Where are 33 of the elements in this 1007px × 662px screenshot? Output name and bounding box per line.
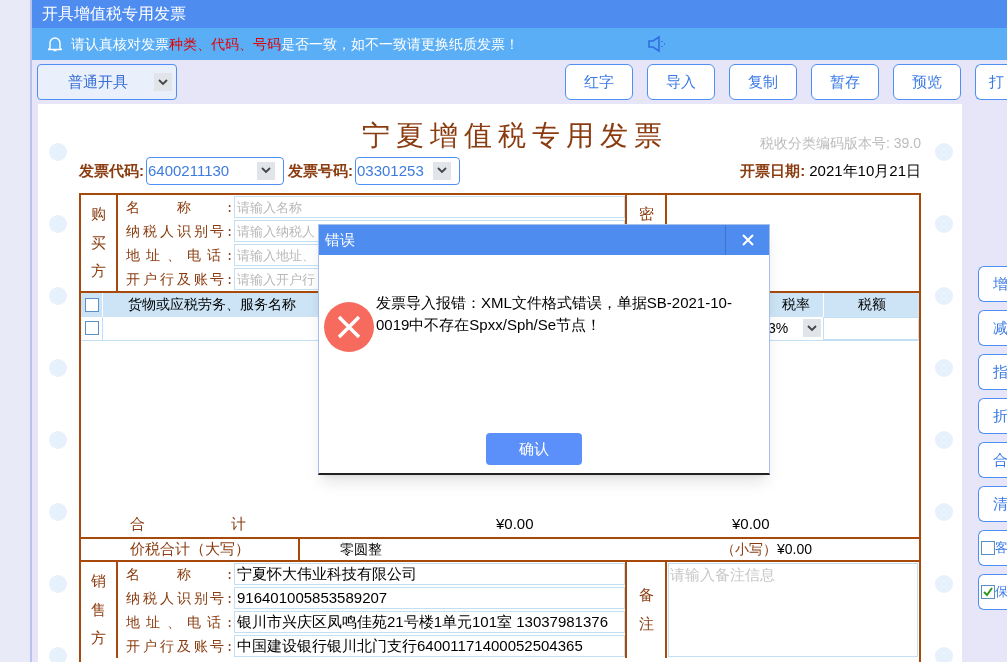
total-label: 合计 xyxy=(130,513,246,535)
grand-total-label: 价税合计（大写） xyxy=(81,538,300,560)
field-label: 发票号码: xyxy=(288,160,353,181)
section-heading: 备注 xyxy=(638,585,654,635)
column-header: 货物或应税劳务、服务名称 xyxy=(127,295,297,315)
window-title: 开具增值税专用发票 xyxy=(42,6,186,22)
field-label: （小写） xyxy=(720,539,777,559)
section-heading: 购买方 xyxy=(91,204,106,283)
column-header: 税额 xyxy=(823,292,919,317)
error-message: 发票导入报错：XML文件格式错误，单据SB-2021-10-0019中不存在Spxx/Sph/Se节点！ xyxy=(376,293,733,335)
field-label: 开户行及账号: xyxy=(126,269,232,289)
section-heading: 销售方 xyxy=(91,571,106,650)
checkbox-label: 客 xyxy=(995,539,1007,558)
field-label: 开票日期: xyxy=(740,160,806,181)
invoice-title: 宁夏增值税专用发票 xyxy=(362,118,668,154)
field-label: 名称: xyxy=(126,197,232,217)
version-label: 税收分类编码版本号: 39.0 xyxy=(759,134,921,153)
field-label: 发票代码: xyxy=(79,160,144,181)
section-heading: 密 xyxy=(638,203,654,225)
amount-in-words: 零圆整 xyxy=(339,539,382,559)
amount-in-figures: ¥0.00 xyxy=(776,539,812,559)
dialog-title: 错误 xyxy=(324,229,356,250)
total-amount: ¥0.00 xyxy=(496,513,535,534)
field-label: 纳税人识别号: xyxy=(126,221,232,241)
field-label: 名称: xyxy=(126,564,232,584)
field-label: 地址、电话: xyxy=(126,245,232,265)
field-label: 纳税人识别号: xyxy=(126,588,232,608)
notice-text: 请认真核对发票种类、代码、号码是否一致，如不一致请更换纸质发票！ xyxy=(71,34,519,54)
invoice-date: 2021年10月21日 xyxy=(809,160,921,181)
field-label: 开户行及账号: xyxy=(126,636,232,656)
checkbox-label: 保 xyxy=(995,583,1007,602)
total-tax: ¥0.00 xyxy=(732,513,770,534)
field-label: 地址、电话: xyxy=(126,612,232,632)
